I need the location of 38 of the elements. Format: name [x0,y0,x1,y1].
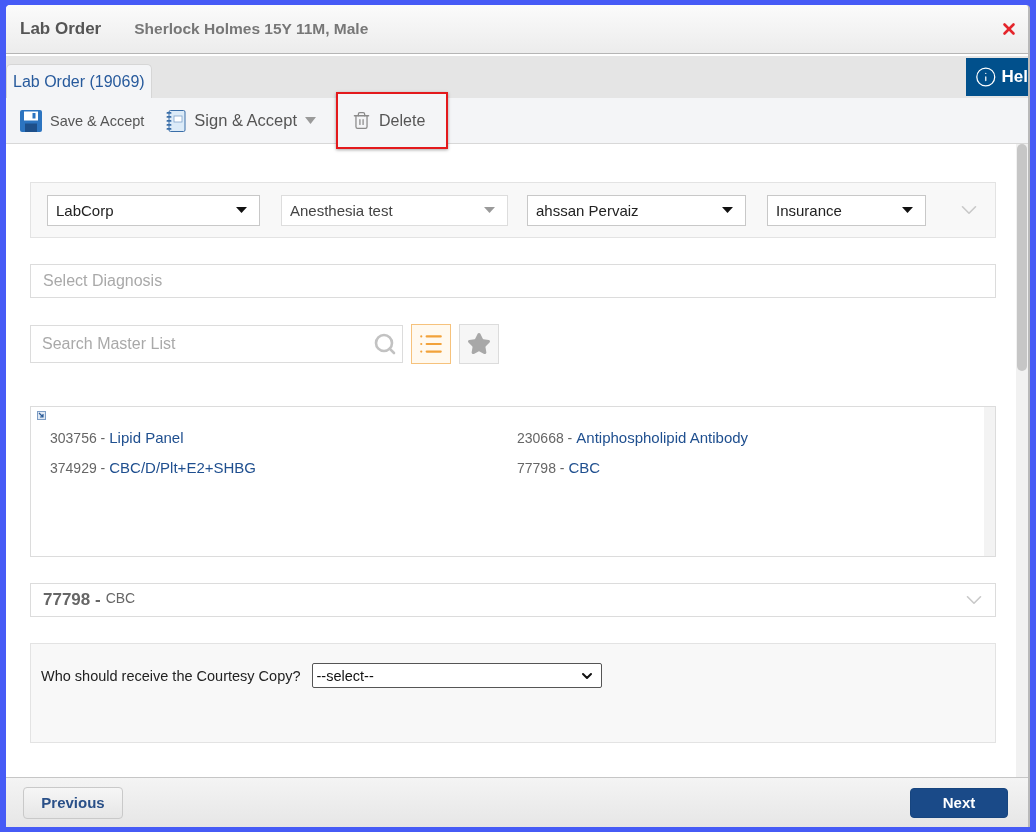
dialog-title: Lab Order [20,19,102,39]
dropdown-select[interactable]: Insurance [767,194,926,226]
next-button[interactable]: Next [910,787,1008,818]
test-detail-header[interactable]: 77798 - CBC [30,583,996,617]
test-name-link[interactable]: Antiphospholipid Antibody [576,429,749,446]
expand-icon[interactable] [37,411,46,420]
courtesy-copy-label: Who should receive the Courtesy Copy? [41,667,301,684]
search-icon[interactable] [373,332,397,356]
delete-button[interactable]: Delete [336,92,449,149]
trash-icon [352,111,372,130]
list-view-button[interactable] [411,324,451,364]
diagnosis-field[interactable]: Select Diagnosis [30,264,996,298]
dropdown-select[interactable]: LabCorp [47,194,260,226]
courtesy-copy-select[interactable]: --select-- [311,663,602,688]
save-button[interactable]: Save & Accept [18,103,147,138]
test-code: 303756 - [50,430,106,446]
test-name-link[interactable]: Lipid Panel [109,429,184,446]
patient-info: Sherlock Holmes 15Y 11M, Male [134,20,369,38]
notebook-icon [166,109,187,132]
test-code: 230668 - [517,430,573,446]
info-icon [975,65,997,89]
sign-button[interactable]: Sign & Accept [164,103,319,138]
test-name: CBC [105,590,136,606]
favorites-view-button[interactable] [459,324,499,364]
test-code: 77798 - [43,590,101,610]
test-code: 77798 - [517,460,565,476]
test-name-link[interactable]: CBC/D/Plt+E2+SHBG [109,459,256,476]
star-icon [467,332,491,356]
scrollbar-thumb[interactable] [1017,144,1027,371]
test-code: 374929 - [50,460,106,476]
test-name-link[interactable]: CBC [568,459,601,476]
previous-button[interactable]: Previous [23,786,123,819]
tab[interactable]: Lab Order (19069) [6,64,152,98]
dropdown-select[interactable]: Anesthesia test [281,194,508,226]
dropdown-select[interactable]: ahssan Pervaiz [527,194,746,226]
help-button[interactable]: Hel [966,58,1028,96]
search-field[interactable]: Search Master List [30,325,403,363]
close-icon[interactable] [1000,20,1018,38]
